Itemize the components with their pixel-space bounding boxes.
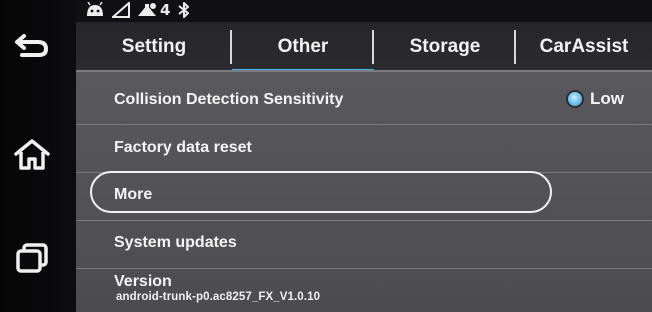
- tab-storage[interactable]: Storage: [374, 22, 516, 72]
- factory-reset-label: Factory data reset: [114, 139, 252, 156]
- android-icon: [87, 2, 103, 16]
- collision-sensitivity-value-text: Low: [590, 89, 624, 108]
- status-bar: 4: [84, 0, 192, 20]
- collision-sensitivity-value[interactable]: Low: [568, 89, 624, 109]
- bluetooth-icon: [178, 2, 190, 18]
- version-label: Version: [114, 273, 172, 290]
- back-button[interactable]: [10, 26, 54, 66]
- tab-label: Storage: [409, 36, 481, 57]
- factory-reset-row[interactable]: Factory data reset: [76, 125, 652, 173]
- more-row[interactable]: More: [76, 173, 652, 221]
- tab-other[interactable]: Other: [232, 22, 374, 72]
- tab-underline: [76, 70, 652, 72]
- tab-label: Other: [277, 36, 329, 57]
- more-label: More: [114, 186, 153, 203]
- settings-panel: Setting Other Storage CarAssist Collisio…: [76, 22, 652, 312]
- tab-label: Setting: [121, 36, 187, 57]
- home-icon: [14, 139, 50, 170]
- back-arrow-icon: [15, 34, 48, 57]
- tab-label: CarAssist: [539, 36, 629, 57]
- status-count: 4: [160, 1, 171, 19]
- home-button[interactable]: [10, 134, 54, 174]
- version-value: android-trunk-p0.ac8257_FX_V1.0.10: [116, 291, 321, 303]
- radio-selected-icon: [568, 92, 582, 106]
- recent-apps-icon: [16, 243, 48, 273]
- tab-bar: Setting Other Storage CarAssist: [76, 22, 652, 72]
- signal-triangle-icon: [112, 2, 130, 18]
- recents-button[interactable]: [10, 238, 54, 278]
- system-updates-row[interactable]: System updates: [76, 221, 652, 269]
- screen: 4 Setting Other Storage CarAssist Collis…: [0, 0, 652, 312]
- usb-icon: [138, 3, 156, 16]
- system-updates-label: System updates: [114, 234, 237, 251]
- tab-carassist[interactable]: CarAssist: [516, 22, 652, 72]
- collision-sensitivity-label: Collision Detection Sensitivity: [114, 91, 344, 108]
- tab-setting[interactable]: Setting: [76, 22, 232, 72]
- collision-sensitivity-row[interactable]: Collision Detection Sensitivity Low: [76, 77, 652, 125]
- nav-rail: [0, 0, 76, 312]
